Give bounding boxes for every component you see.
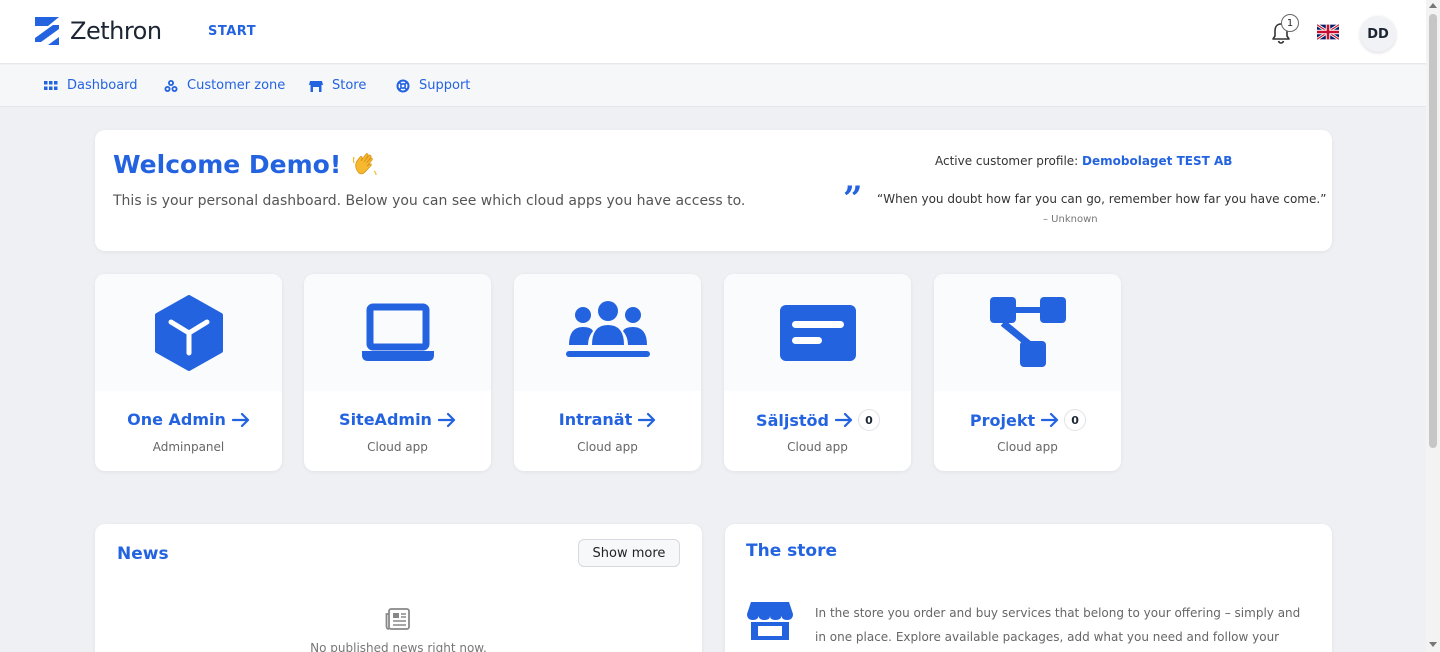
arrow-right-icon (834, 413, 853, 427)
nav-label: Store (332, 78, 367, 93)
app-title[interactable]: One Admin (95, 410, 282, 429)
app-subtitle: Cloud app (577, 440, 638, 454)
cube-icon (154, 294, 223, 371)
diagram-icon (989, 296, 1066, 367)
welcome-subtitle: This is your personal dashboard. Below y… (113, 193, 746, 209)
lifebuoy-icon (396, 79, 410, 92)
app-card-saljstod[interactable]: Säljstöd 0 Cloud app (724, 274, 911, 471)
newspaper-icon (385, 608, 410, 630)
app-title[interactable]: Intranät (514, 410, 701, 429)
people-icon (565, 300, 650, 357)
quote-icon: ” (843, 179, 863, 219)
app-title[interactable]: Säljstöd 0 (724, 410, 911, 430)
app-name: Säljstöd (756, 410, 829, 430)
arrow-right-icon (231, 412, 249, 427)
page-scrollbar[interactable] (1426, 0, 1440, 652)
app-card-one-admin[interactable]: One Admin Adminpanel (95, 274, 282, 471)
nav-label: Dashboard (67, 78, 138, 93)
welcome-card: Welcome Demo! This is your personal dash… (95, 130, 1332, 251)
nav-item-dashboard[interactable]: Dashboard (44, 78, 138, 93)
store-title: The store (746, 541, 837, 561)
start-link[interactable]: START (208, 24, 256, 39)
app-title[interactable]: SiteAdmin (304, 410, 491, 429)
brand-logo[interactable]: Zethron (32, 15, 162, 47)
message-icon (779, 304, 856, 361)
store-card: The store In the store you order and buy… (725, 524, 1332, 652)
brand-name: Zethron (70, 17, 162, 45)
show-more-button[interactable]: Show more (578, 539, 680, 567)
app-name: Projekt (969, 410, 1036, 430)
laptop-icon (361, 303, 434, 361)
app-name: One Admin (127, 410, 226, 429)
app-title[interactable]: Projekt 0 (934, 410, 1121, 430)
app-icon-area (934, 274, 1121, 391)
active-profile: Active customer profile: Demobolaget TES… (935, 154, 1232, 168)
scroll-thumb[interactable] (1429, 14, 1437, 448)
nav-label: Customer zone (187, 78, 286, 93)
app-icon-area (95, 274, 282, 391)
waving-hand-icon (353, 152, 377, 175)
app-subtitle: Adminpanel (152, 440, 225, 454)
app-subtitle: Cloud app (367, 440, 428, 454)
app-name: Intranät (558, 410, 633, 429)
nav-item-store[interactable]: Store (309, 78, 366, 93)
nav-item-support[interactable]: Support (396, 78, 470, 93)
news-empty-message: No published news right now. (310, 641, 487, 652)
app-name: SiteAdmin (339, 410, 432, 429)
app-count-badge: 0 (858, 410, 879, 430)
grid-icon (44, 80, 58, 90)
app-icon-area (724, 274, 911, 391)
notification-badge: 1 (1281, 14, 1299, 32)
news-title: News (117, 544, 169, 564)
app-subtitle: Cloud app (787, 440, 848, 454)
scroll-up-arrow[interactable] (1429, 3, 1437, 8)
arrow-right-icon (1041, 413, 1059, 427)
nav-label: Support (419, 78, 471, 93)
quote-author: – Unknown (1043, 214, 1098, 225)
uk-flag-icon[interactable] (1317, 24, 1339, 40)
app-count-badge: 0 (1065, 410, 1086, 430)
app-icon-area (304, 274, 491, 391)
store-description: In the store you order and buy services … (815, 606, 1301, 644)
app-card-projekt[interactable]: Projekt 0 Cloud app (934, 274, 1121, 471)
quote-text: “When you doubt how far you can go, reme… (877, 192, 1327, 206)
top-bar: Zethron START 1 DD (0, 0, 1426, 64)
welcome-title: Welcome Demo! (113, 150, 379, 179)
app-card-siteadmin[interactable]: SiteAdmin Cloud app (304, 274, 491, 471)
storefront-icon (747, 602, 793, 640)
store-icon (309, 80, 323, 92)
scroll-down-arrow[interactable] (1429, 642, 1437, 647)
news-card: News Show more No published news right n… (95, 524, 702, 652)
zethron-logo-icon (35, 17, 59, 45)
app-icon-area (514, 274, 701, 391)
main-nav: Dashboard Customer zone Store Support (0, 65, 1426, 107)
profile-label: Active customer profile: (935, 154, 1083, 168)
arrow-right-icon (437, 412, 456, 427)
app-card-intranat[interactable]: Intranät Cloud app (514, 274, 701, 471)
arrow-right-icon (638, 412, 656, 427)
user-avatar[interactable]: DD (1360, 16, 1396, 52)
welcome-title-text: Welcome Demo! (113, 150, 342, 179)
app-subtitle: Cloud app (997, 440, 1058, 454)
profile-name[interactable]: Demobolaget TEST AB (1082, 154, 1232, 168)
nav-item-customer-zone[interactable]: Customer zone (164, 78, 285, 93)
users-icon (164, 79, 178, 92)
